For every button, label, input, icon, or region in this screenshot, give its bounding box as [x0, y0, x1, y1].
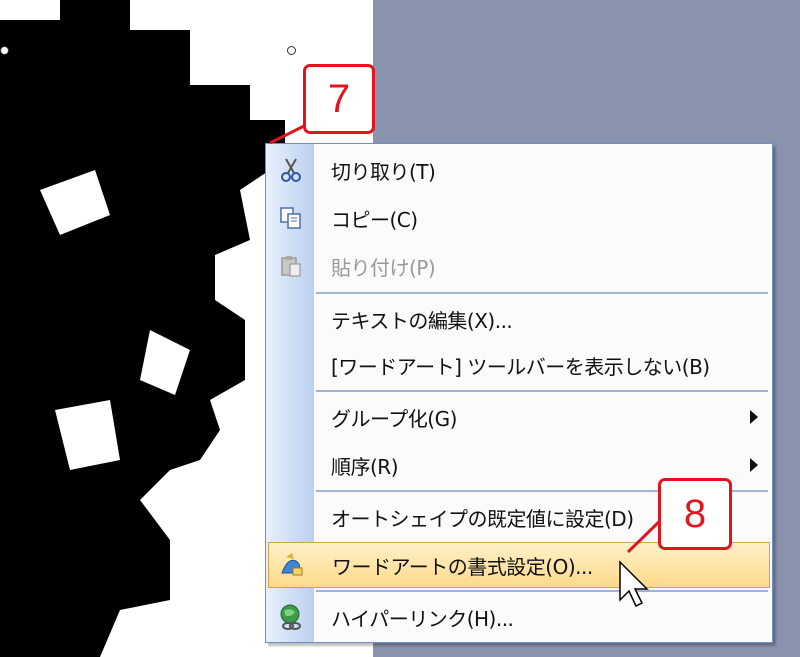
menu-item-edit-text[interactable]: テキストの編集(X)...: [268, 296, 770, 342]
menu-item-label: コピー(C): [331, 207, 418, 232]
menu-item-label: [ワードアート] ツールバーを表示しない(B): [331, 354, 710, 379]
resize-handle[interactable]: [0, 46, 9, 55]
paste-icon: [268, 243, 314, 289]
menu-item-copy[interactable]: コピー(C): [268, 195, 770, 241]
menu-item-group[interactable]: グループ化(G): [268, 394, 770, 440]
menu-item-label: 貼り付け(P): [331, 255, 436, 280]
submenu-arrow-icon: [750, 458, 758, 472]
menu-item-cut[interactable]: 切り取り(T): [268, 147, 770, 193]
menu-item-label: ハイパーリンク(H)...: [331, 606, 514, 631]
menu-separator: [316, 590, 768, 592]
menu-item-label: テキストの編集(X)...: [331, 308, 513, 333]
scissors-icon: [268, 147, 314, 193]
menu-item-hide-wordart-toolbar[interactable]: [ワードアート] ツールバーを表示しない(B): [268, 342, 770, 388]
step-7-callout: 7: [303, 64, 375, 134]
format-wordart-icon: [269, 542, 315, 588]
menu-item-paste[interactable]: 貼り付け(P): [268, 243, 770, 289]
menu-separator: [316, 292, 768, 294]
menu-item-label: グループ化(G): [331, 406, 457, 431]
menu-item-label: ワードアートの書式設定(O)...: [332, 554, 593, 579]
menu-item-label: 切り取り(T): [331, 159, 436, 184]
context-menu: 切り取り(T) コピー(C) 貼り付け(P) テキストの編集(X)... [ワー…: [265, 143, 773, 643]
resize-handle[interactable]: [287, 46, 296, 55]
hyperlink-globe-icon: [268, 594, 314, 640]
menu-item-label: 順序(R): [331, 454, 399, 479]
menu-item-label: オートシェイプの既定値に設定(D): [331, 506, 634, 531]
submenu-arrow-icon: [750, 410, 758, 424]
menu-item-hyperlink[interactable]: ハイパーリンク(H)...: [268, 594, 770, 640]
menu-separator: [316, 390, 768, 392]
copy-icon: [268, 195, 314, 241]
step-8-callout: 8: [658, 478, 732, 550]
